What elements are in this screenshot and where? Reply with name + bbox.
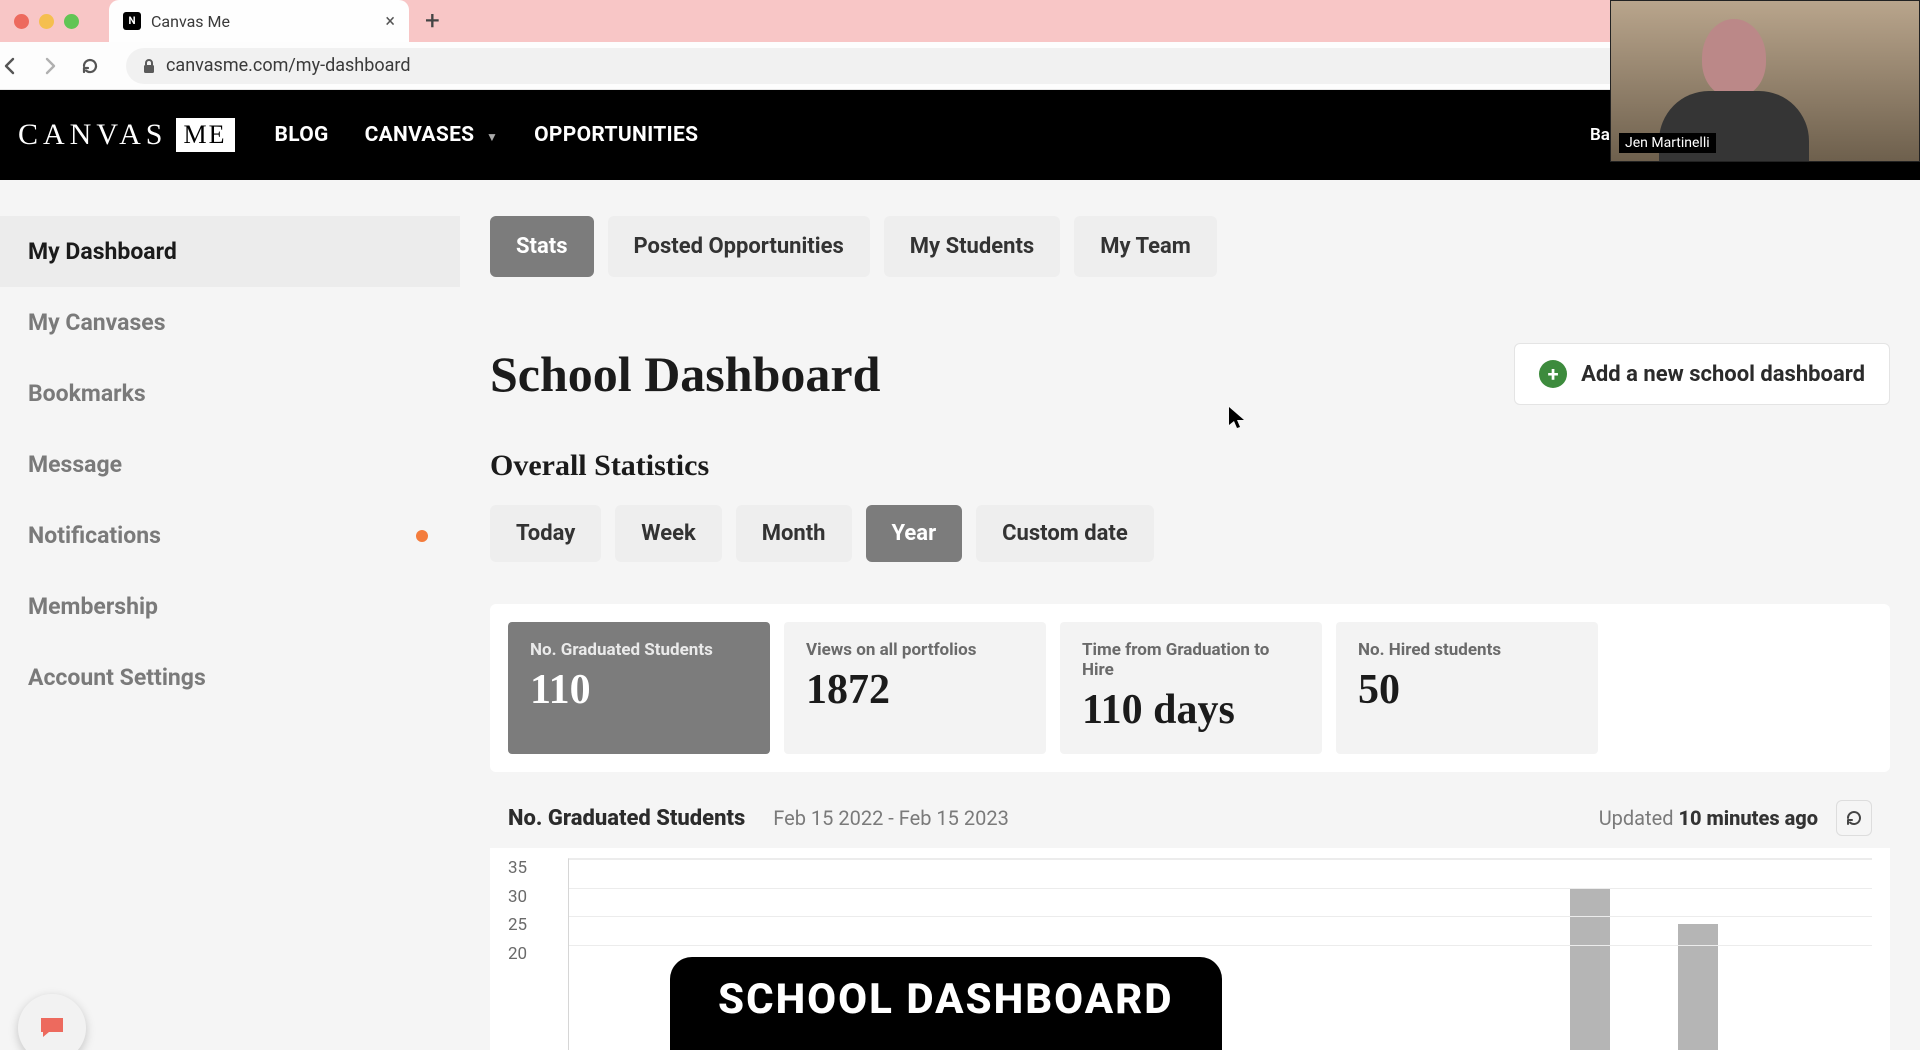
period-week[interactable]: Week — [615, 505, 721, 562]
sidebar-item-label: Bookmarks — [28, 380, 146, 407]
sidebar-item-bookmarks[interactable]: Bookmarks — [0, 358, 460, 429]
sidebar-item-message[interactable]: Message — [0, 429, 460, 500]
stat-label: Views on all portfolios — [806, 640, 1024, 660]
stat-card-hired[interactable]: No. Hired students 50 — [1336, 622, 1598, 754]
refresh-icon — [1844, 808, 1864, 828]
back-button[interactable] — [0, 56, 40, 76]
window-controls — [14, 14, 79, 29]
video-overlay: Jen Martinelli — [1610, 0, 1920, 162]
chart-updated: Updated 10 minutes ago — [1599, 806, 1818, 830]
nav-blog[interactable]: BLOG — [275, 123, 329, 147]
y-tick: 25 — [508, 915, 527, 935]
close-tab-icon[interactable]: × — [385, 11, 395, 32]
stat-card-graduated[interactable]: No. Graduated Students 110 — [508, 622, 770, 754]
sidebar-item-account-settings[interactable]: Account Settings — [0, 642, 460, 713]
sidebar: My Dashboard My Canvases Bookmarks Messa… — [0, 180, 460, 1050]
y-tick: 20 — [508, 944, 527, 964]
sidebar-item-label: Message — [28, 451, 122, 478]
add-dashboard-button[interactable]: + Add a new school dashboard — [1514, 343, 1890, 405]
chat-icon — [36, 1012, 68, 1044]
favicon-icon: N — [123, 12, 141, 30]
dashboard-tabs: Stats Posted Opportunities My Students M… — [490, 216, 1890, 277]
close-window-button[interactable] — [14, 14, 29, 29]
sidebar-item-label: Notifications — [28, 522, 161, 549]
sidebar-item-label: Account Settings — [28, 664, 206, 691]
chart-bar — [1678, 924, 1718, 1050]
browser-tab-title: Canvas Me — [151, 12, 375, 31]
nav-canvases[interactable]: CANVASES ▼ — [365, 123, 499, 147]
sidebar-item-my-dashboard[interactable]: My Dashboard — [0, 216, 460, 287]
stat-card-views[interactable]: Views on all portfolios 1872 — [784, 622, 1046, 754]
section-title: Overall Statistics — [490, 449, 1890, 483]
stat-label: No. Hired students — [1358, 640, 1576, 660]
chart-y-axis: 35 30 25 20 — [508, 858, 558, 1050]
stat-label: No. Graduated Students — [530, 640, 748, 660]
tab-posted-opportunities[interactable]: Posted Opportunities — [608, 216, 870, 277]
chevron-down-icon: ▼ — [486, 130, 498, 144]
sidebar-item-membership[interactable]: Membership — [0, 571, 460, 642]
cursor-icon — [1228, 406, 1246, 430]
refresh-button[interactable] — [1836, 800, 1872, 836]
sidebar-item-label: My Dashboard — [28, 238, 177, 265]
stat-value: 110 — [530, 666, 748, 714]
browser-tab[interactable]: N Canvas Me × — [109, 0, 409, 42]
video-caption: SCHOOL DASHBOARD — [670, 957, 1222, 1050]
period-month[interactable]: Month — [736, 505, 852, 562]
forward-button[interactable] — [40, 56, 80, 76]
period-selector: Today Week Month Year Custom date — [490, 505, 1890, 562]
plus-circle-icon: + — [1539, 360, 1567, 388]
chart-updated-prefix: Updated — [1599, 806, 1679, 830]
chart-updated-value: 10 minutes ago — [1678, 806, 1818, 830]
url-text: canvasme.com/my-dashboard — [166, 55, 1858, 76]
chart-bar — [1570, 889, 1610, 1050]
notification-badge-icon — [416, 530, 428, 542]
period-year[interactable]: Year — [866, 505, 963, 562]
tab-my-team[interactable]: My Team — [1074, 216, 1217, 277]
top-nav: BLOG CANVASES ▼ OPPORTUNITIES — [275, 123, 699, 147]
stat-cards: No. Graduated Students 110 Views on all … — [490, 604, 1890, 772]
tab-my-students[interactable]: My Students — [884, 216, 1060, 277]
stat-value: 50 — [1358, 666, 1576, 714]
sidebar-item-label: Membership — [28, 593, 158, 620]
logo[interactable]: CANVAS ME — [18, 118, 235, 152]
y-tick: 35 — [508, 858, 527, 878]
minimize-window-button[interactable] — [39, 14, 54, 29]
stat-value: 1872 — [806, 666, 1024, 714]
nav-canvases-label: CANVASES — [365, 123, 475, 147]
lock-icon — [142, 58, 156, 74]
logo-word: CANVAS — [18, 118, 168, 152]
tab-stats[interactable]: Stats — [490, 216, 594, 277]
sidebar-item-label: My Canvases — [28, 309, 166, 336]
sidebar-item-my-canvases[interactable]: My Canvases — [0, 287, 460, 358]
body: My Dashboard My Canvases Bookmarks Messa… — [0, 180, 1920, 1050]
logo-box: ME — [176, 118, 235, 152]
chart-header: No. Graduated Students Feb 15 2022 - Feb… — [490, 800, 1890, 836]
add-dashboard-label: Add a new school dashboard — [1581, 362, 1865, 387]
reload-button[interactable] — [80, 56, 120, 76]
presenter-name: Jen Martinelli — [1619, 133, 1716, 153]
stat-card-time-to-hire[interactable]: Time from Graduation to Hire 110 days — [1060, 622, 1322, 754]
period-custom[interactable]: Custom date — [976, 505, 1154, 562]
period-today[interactable]: Today — [490, 505, 601, 562]
chart-date-range: Feb 15 2022 - Feb 15 2023 — [773, 806, 1009, 830]
chart-title: No. Graduated Students — [508, 806, 745, 831]
stat-value: 110 days — [1082, 686, 1300, 734]
maximize-window-button[interactable] — [64, 14, 79, 29]
main-content: Stats Posted Opportunities My Students M… — [460, 180, 1920, 1050]
stat-label: Time from Graduation to Hire — [1082, 640, 1300, 680]
y-tick: 30 — [508, 887, 527, 907]
new-tab-button[interactable]: + — [425, 6, 440, 36]
nav-opportunities[interactable]: OPPORTUNITIES — [534, 123, 698, 147]
page-title: School Dashboard — [490, 345, 880, 403]
title-row: School Dashboard + Add a new school dash… — [490, 343, 1890, 405]
sidebar-item-notifications[interactable]: Notifications — [0, 500, 460, 571]
